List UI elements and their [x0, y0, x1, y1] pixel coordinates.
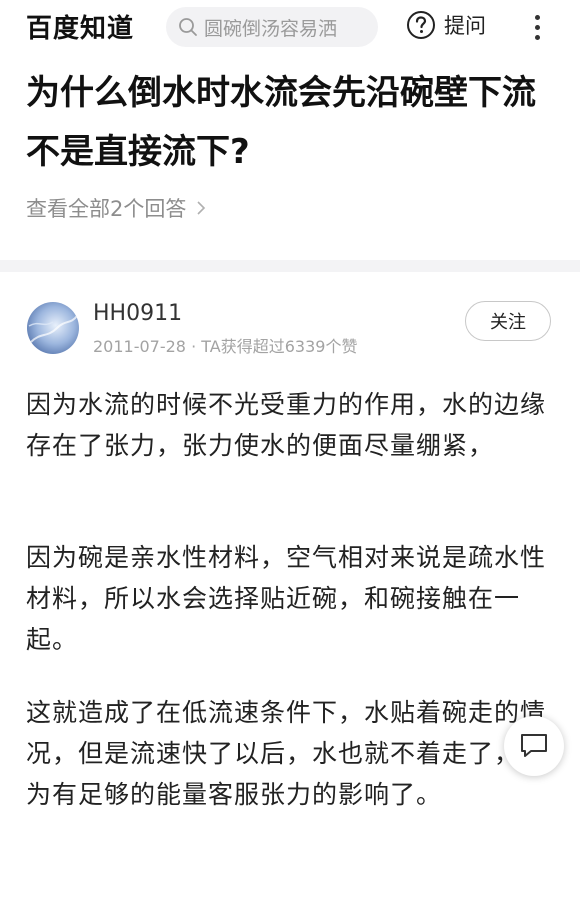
meta-separator: · [191, 337, 197, 356]
answer-likes: TA获得超过6339个赞 [201, 337, 358, 356]
answer-paragraph: 这就造成了在低流速条件下，水贴着碗走的情况，但是流速快了以后，水也就不着走了，因… [26, 698, 547, 809]
view-all-answers-link[interactable]: 查看全部2个回答 [26, 193, 206, 223]
answer-paragraph: 因为水流的时候不光受重力的作用，水的边缘存在了张力，张力使水的便面尽量绷紧， [26, 390, 547, 460]
answer-username[interactable]: HH0911 [93, 301, 182, 326]
question-circle-icon [407, 11, 435, 39]
comment-button[interactable] [504, 716, 564, 776]
top-bar: 百度知道 圆碗倒汤容易洒 提问 [0, 0, 580, 54]
answer-date: 2011-07-28 [93, 337, 186, 356]
search-placeholder: 圆碗倒汤容易洒 [204, 17, 338, 40]
question-title: 为什么倒水时水流会先沿碗壁下流不是直接流下? [26, 73, 536, 172]
avatar[interactable] [27, 302, 79, 354]
ask-label: 提问 [444, 14, 486, 38]
chevron-right-icon [197, 201, 206, 215]
section-divider [0, 260, 580, 272]
answer-paragraph: 因为碗是亲水性材料，空气相对来说是疏水性材料，所以水会选择贴近碗，和碗接触在一起… [26, 543, 547, 654]
view-all-label: 查看全部2个回答 [26, 197, 187, 221]
ask-button[interactable]: 提问 [406, 10, 486, 40]
more-menu-icon[interactable] [530, 10, 544, 44]
search-icon [179, 18, 197, 36]
baidu-zhidao-logo[interactable]: 百度知道 [26, 8, 134, 45]
search-box[interactable]: 圆碗倒汤容易洒 [166, 7, 378, 47]
comment-icon [521, 734, 547, 757]
answer-meta: 2011-07-28 · TA获得超过6339个赞 [93, 333, 357, 357]
follow-button[interactable]: 关注 [465, 301, 551, 341]
